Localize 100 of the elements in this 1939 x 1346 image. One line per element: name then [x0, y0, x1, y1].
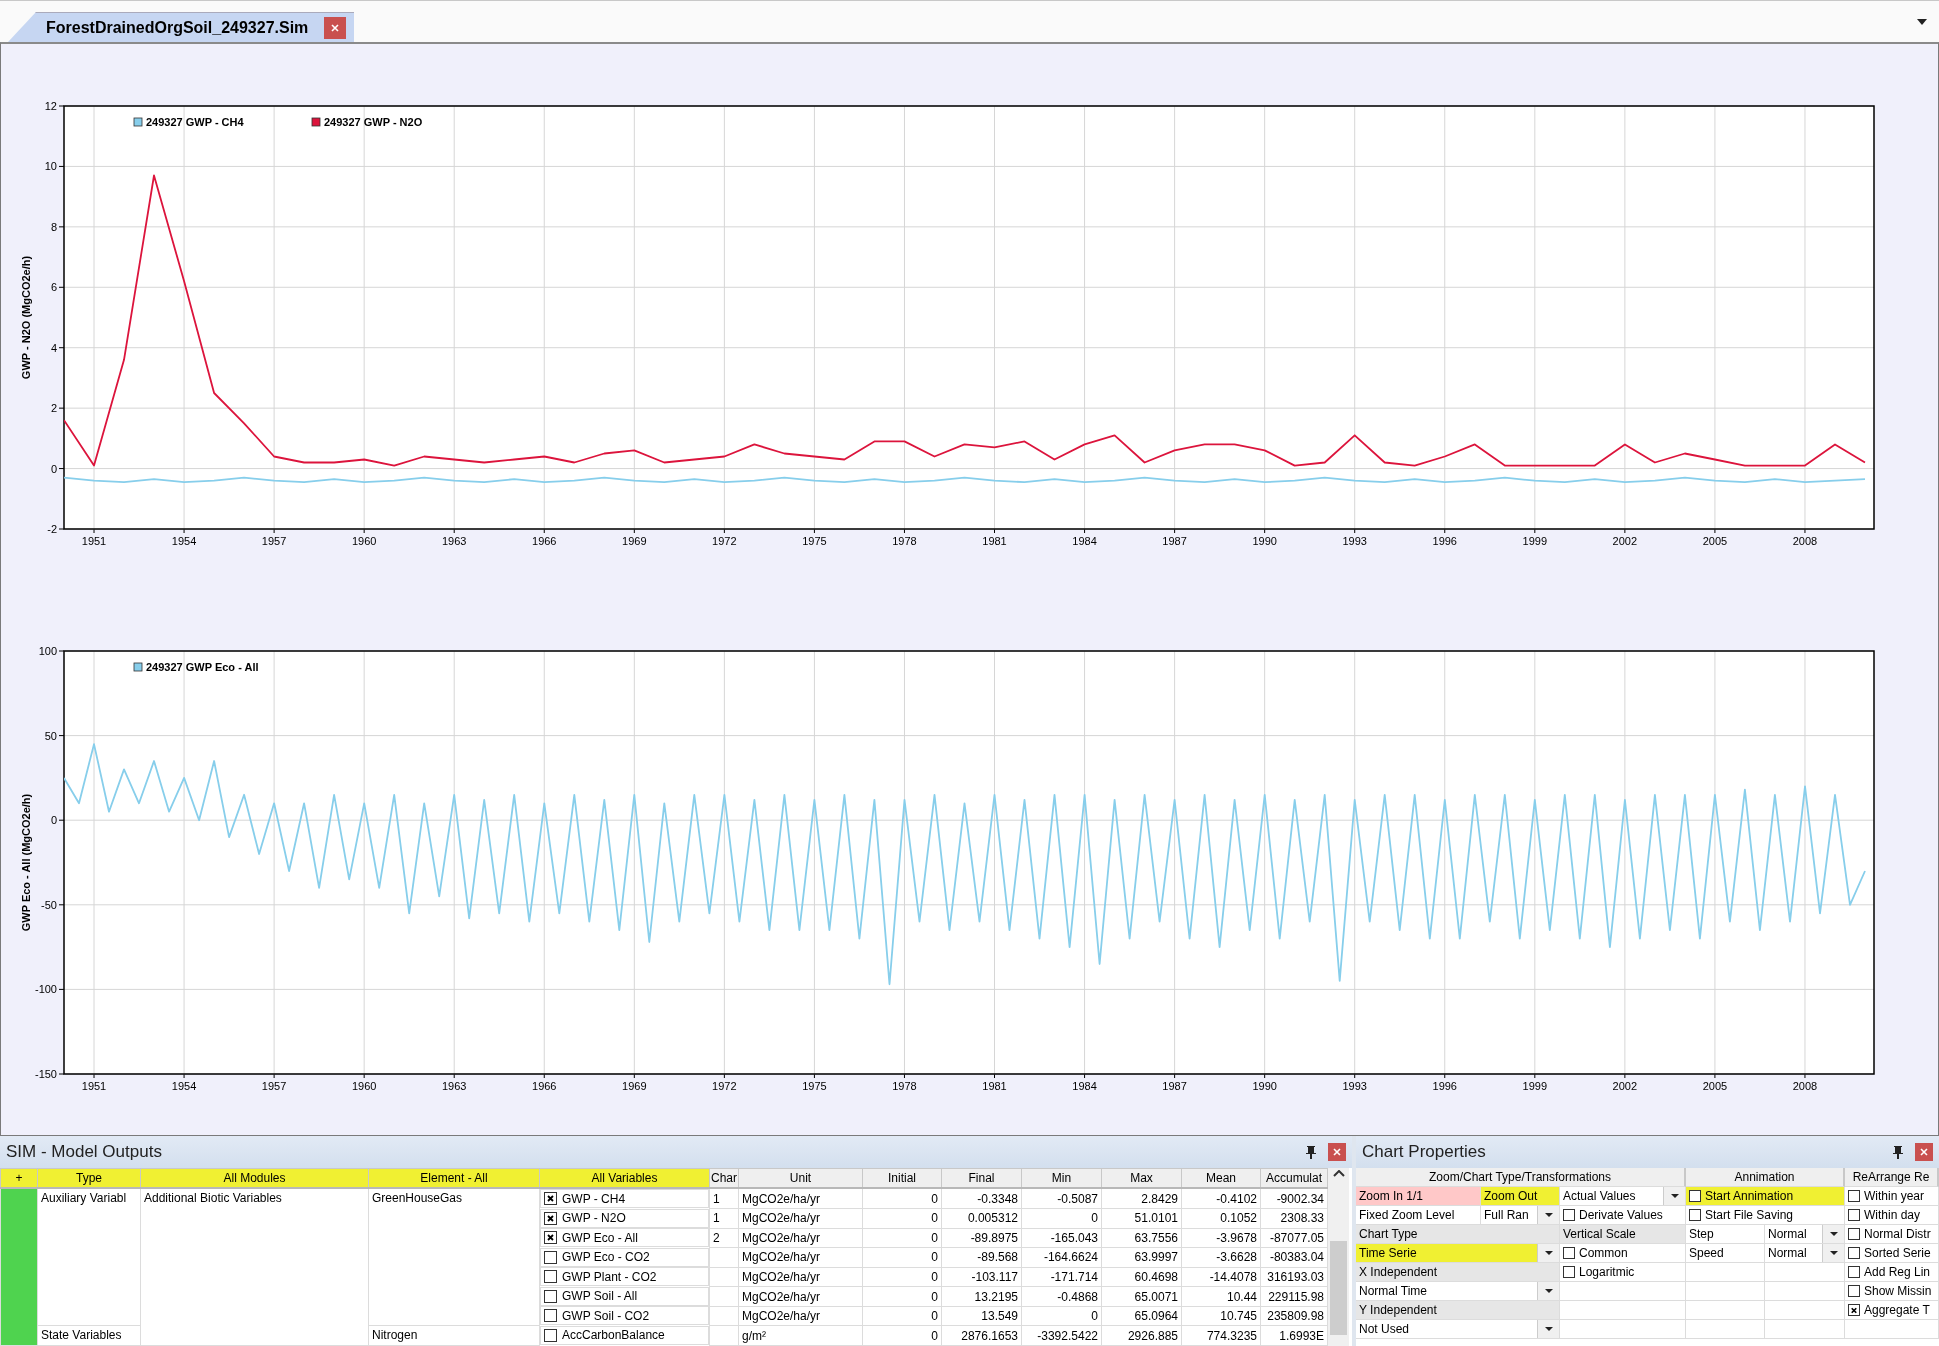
tick-label: 1969: [622, 1080, 647, 1092]
checkbox[interactable]: [1848, 1285, 1860, 1297]
checkbox[interactable]: [1848, 1209, 1860, 1221]
variable-name: AccCarbonBalance: [562, 1328, 665, 1343]
tick-label: 1951: [81, 535, 107, 547]
table-cell: 229115.98: [1260, 1286, 1328, 1307]
table-cell: Nitrogen: [368, 1325, 540, 1346]
caret-icon: [1544, 1327, 1553, 1331]
table-cell: 10.44: [1181, 1286, 1261, 1307]
table-cell: MgCO2e/ha/yr: [738, 1188, 863, 1209]
checkbox[interactable]: [1848, 1266, 1860, 1278]
tick-label: 2005: [1702, 1080, 1728, 1092]
tick-label: 1954: [171, 535, 197, 547]
checkbox[interactable]: [544, 1289, 557, 1303]
checkbox[interactable]: [1689, 1190, 1701, 1202]
table-cell: 2: [709, 1228, 739, 1248]
table-cell: 13.2195: [941, 1286, 1022, 1307]
column-header[interactable]: Mean: [1181, 1168, 1261, 1189]
section-label: Vertical Scale: [1560, 1225, 1686, 1244]
tick-label: 1960: [351, 535, 377, 547]
close-button[interactable]: [324, 16, 347, 39]
checkbox[interactable]: [1848, 1228, 1860, 1240]
scrollbar-thumb[interactable]: [1330, 1241, 1347, 1335]
tick-label: 1996: [1432, 535, 1457, 547]
tick-label: 50: [44, 729, 57, 742]
column-header[interactable]: Element - All: [368, 1168, 540, 1189]
tab-title: ForestDrainedOrgSoil_249327.Sim: [46, 18, 309, 37]
table-cell: 2876.1653: [941, 1325, 1022, 1346]
tick-label: 1963: [441, 1080, 467, 1092]
checkbox-label: Logaritmic: [1579, 1265, 1635, 1279]
table-cell: MgCO2e/ha/yr: [738, 1208, 863, 1229]
checkbox[interactable]: [544, 1270, 557, 1284]
checkbox[interactable]: [1848, 1247, 1860, 1259]
column-header[interactable]: Char: [709, 1168, 739, 1189]
close-button[interactable]: [1915, 1143, 1933, 1161]
checkbox-label: Common: [1579, 1246, 1628, 1260]
checkbox-label: Derivate Values: [1579, 1208, 1663, 1222]
close-icon: [1920, 1148, 1928, 1156]
scrollbar[interactable]: [1328, 1168, 1349, 1346]
tick-label: 12: [44, 100, 57, 112]
tick-label: 4: [50, 341, 57, 354]
table-cell: 65.0071: [1101, 1286, 1182, 1307]
checkbox[interactable]: [544, 1211, 557, 1225]
axis-title: GWP - N2O (MgCO2e/h): [20, 255, 32, 380]
checkbox[interactable]: [1848, 1304, 1860, 1316]
checkbox[interactable]: [1848, 1190, 1860, 1202]
dropdown[interactable]: Time Serie: [1356, 1244, 1560, 1263]
column-header[interactable]: Min: [1021, 1168, 1102, 1189]
tick-label: 0: [50, 814, 57, 827]
checkbox[interactable]: [544, 1231, 557, 1245]
document-tab[interactable]: ForestDrainedOrgSoil_249327.Sim: [8, 12, 355, 42]
checkbox[interactable]: [544, 1192, 557, 1206]
tick-label: -2: [47, 523, 57, 535]
column-header[interactable]: Accumulat: [1260, 1168, 1328, 1189]
close-button[interactable]: [1328, 1143, 1346, 1161]
tick-label: 1972: [712, 535, 737, 547]
column-header[interactable]: Final: [941, 1168, 1022, 1189]
table-cell: 0: [1021, 1306, 1102, 1326]
table-cell: MgCO2e/ha/yr: [738, 1306, 863, 1326]
variable-name: GWP Plant - CO2: [562, 1269, 657, 1284]
option-button[interactable]: Zoom In 1/1: [1356, 1187, 1481, 1206]
tick-label: 100: [38, 645, 57, 657]
table-cell: -3.9678: [1181, 1228, 1261, 1248]
table-cell: -87077.05: [1260, 1228, 1328, 1248]
column-header[interactable]: Unit: [738, 1168, 863, 1189]
table-cell: -0.3348: [941, 1188, 1022, 1209]
tick-label: 1954: [171, 1080, 197, 1092]
tick-label: 1966: [532, 535, 557, 547]
column-header[interactable]: All Modules: [140, 1168, 369, 1189]
tick-label: 1990: [1252, 1080, 1277, 1092]
dropdown[interactable]: Normal: [1765, 1225, 1845, 1244]
column-header[interactable]: Max: [1101, 1168, 1182, 1189]
dropdown[interactable]: Normal: [1765, 1244, 1845, 1263]
table-cell: 0: [862, 1208, 942, 1229]
checkbox-label: Add Reg Lin: [1864, 1265, 1931, 1279]
table-cell: 1: [709, 1188, 739, 1209]
tick-label: 8: [50, 220, 57, 233]
checkbox[interactable]: [1563, 1266, 1575, 1278]
checkbox[interactable]: [544, 1250, 557, 1264]
checkbox[interactable]: [544, 1309, 557, 1323]
variable-name: GWP Eco - CO2: [562, 1250, 650, 1265]
scroll-up-icon: [1332, 1170, 1345, 1177]
checkbox[interactable]: [1689, 1209, 1701, 1221]
checkbox[interactable]: [544, 1328, 557, 1342]
tick-label: 1951: [81, 1080, 107, 1092]
table-cell: 2.8429: [1101, 1188, 1182, 1209]
column-header[interactable]: Type: [37, 1168, 141, 1189]
checkbox[interactable]: [1563, 1209, 1575, 1221]
column-header[interactable]: +: [0, 1168, 38, 1189]
table-cell: 0: [862, 1286, 942, 1307]
dropdown[interactable]: Actual Values: [1560, 1187, 1686, 1206]
tick-label: 2: [50, 402, 57, 415]
dropdown[interactable]: Not Used: [1356, 1320, 1560, 1339]
tick-label: 1960: [351, 1080, 377, 1092]
tick-label: 2005: [1702, 535, 1728, 547]
column-header[interactable]: All Variables: [539, 1168, 710, 1189]
option-button[interactable]: Zoom Out: [1481, 1187, 1560, 1206]
checkbox[interactable]: [1563, 1247, 1575, 1259]
table-cell: 1.6993E: [1260, 1325, 1328, 1346]
column-header[interactable]: Initial: [862, 1168, 942, 1189]
